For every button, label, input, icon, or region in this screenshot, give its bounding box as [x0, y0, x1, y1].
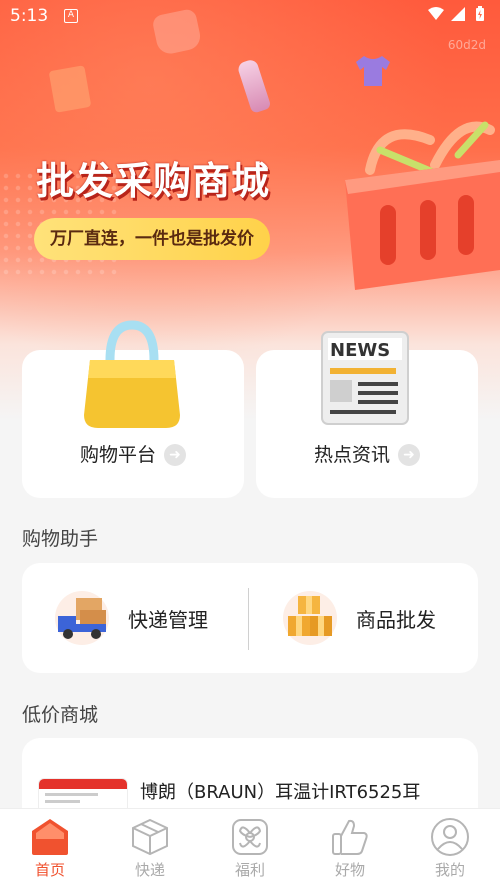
nav-card-hot-news[interactable]: NEWS 热点资讯 ➜: [256, 331, 478, 498]
nav-card-shopping-platform[interactable]: 购物平台 ➜: [22, 320, 244, 498]
product-title: 博朗（BRAUN）耳温计IRT6525耳: [140, 782, 421, 803]
home-icon: [32, 819, 68, 855]
express-label: 快递管理: [128, 607, 208, 632]
watermark-text: 60d2d: [447, 38, 486, 52]
package-icon: [132, 818, 168, 856]
thumbnail-line: [45, 800, 81, 803]
user-icon: [431, 818, 469, 856]
nav-card-label: 购物平台 ➜: [22, 440, 244, 467]
section-title-low-price: 低价商城: [22, 704, 99, 726]
tab-home[interactable]: 首页: [0, 809, 100, 888]
hot-news-label: 热点资讯: [313, 444, 390, 466]
signal-icon: [451, 7, 465, 21]
tab-welfare[interactable]: 福利: [200, 809, 300, 888]
thumbnail-header-bar: [39, 779, 127, 789]
boxes-icon: [283, 591, 337, 645]
shopping-basket-icon: [345, 121, 500, 290]
tab-mine[interactable]: 我的: [400, 809, 500, 888]
thumbs-up-icon: [332, 819, 368, 855]
status-icons: [428, 6, 488, 22]
thumbnail-line: [45, 793, 98, 796]
wifi-icon: [428, 7, 444, 20]
hero-title: 批发采购商城: [36, 159, 271, 203]
gift-icon: [232, 819, 268, 855]
tab-express[interactable]: 快递: [100, 809, 200, 888]
arrow-right-icon: ➜: [398, 444, 420, 466]
divider: [248, 588, 249, 650]
status-bar: 5:13 A: [0, 0, 500, 34]
shopping-platform-label: 购物平台: [79, 444, 156, 466]
helper-item-wholesale[interactable]: 商品批发: [282, 563, 436, 673]
svg-text:NEWS: NEWS: [330, 340, 390, 361]
section-title-helper: 购物助手: [22, 528, 99, 550]
tab-label: 好物: [334, 861, 365, 879]
tab-label: 我的: [434, 861, 465, 879]
newspaper-icon: NEWS: [321, 331, 409, 425]
hero-subtitle-pill: 万厂直连，一件也是批发价: [34, 218, 270, 260]
status-time: 5:13: [10, 6, 49, 26]
floating-book-decoration: [48, 65, 92, 113]
tab-label: 快递: [134, 861, 165, 879]
shopping-bag-icon: [84, 320, 180, 428]
delivery-truck-icon: [55, 591, 109, 645]
bottom-tab-bar: 首页 快递 福利 好物 我的: [0, 808, 500, 888]
arrow-right-icon: ➜: [164, 444, 186, 466]
battery-icon: [476, 6, 484, 21]
tab-label: 首页: [34, 861, 65, 879]
helper-card: 快递管理 商品批发: [22, 563, 478, 673]
nav-card-label: 热点资讯 ➜: [256, 440, 478, 467]
tab-label: 福利: [234, 861, 265, 879]
tab-good-items[interactable]: 好物: [300, 809, 400, 888]
wholesale-label: 商品批发: [356, 607, 436, 632]
notification-icon: A: [64, 9, 78, 23]
tshirt-icon: [356, 56, 390, 86]
helper-item-express[interactable]: 快递管理: [54, 563, 208, 673]
